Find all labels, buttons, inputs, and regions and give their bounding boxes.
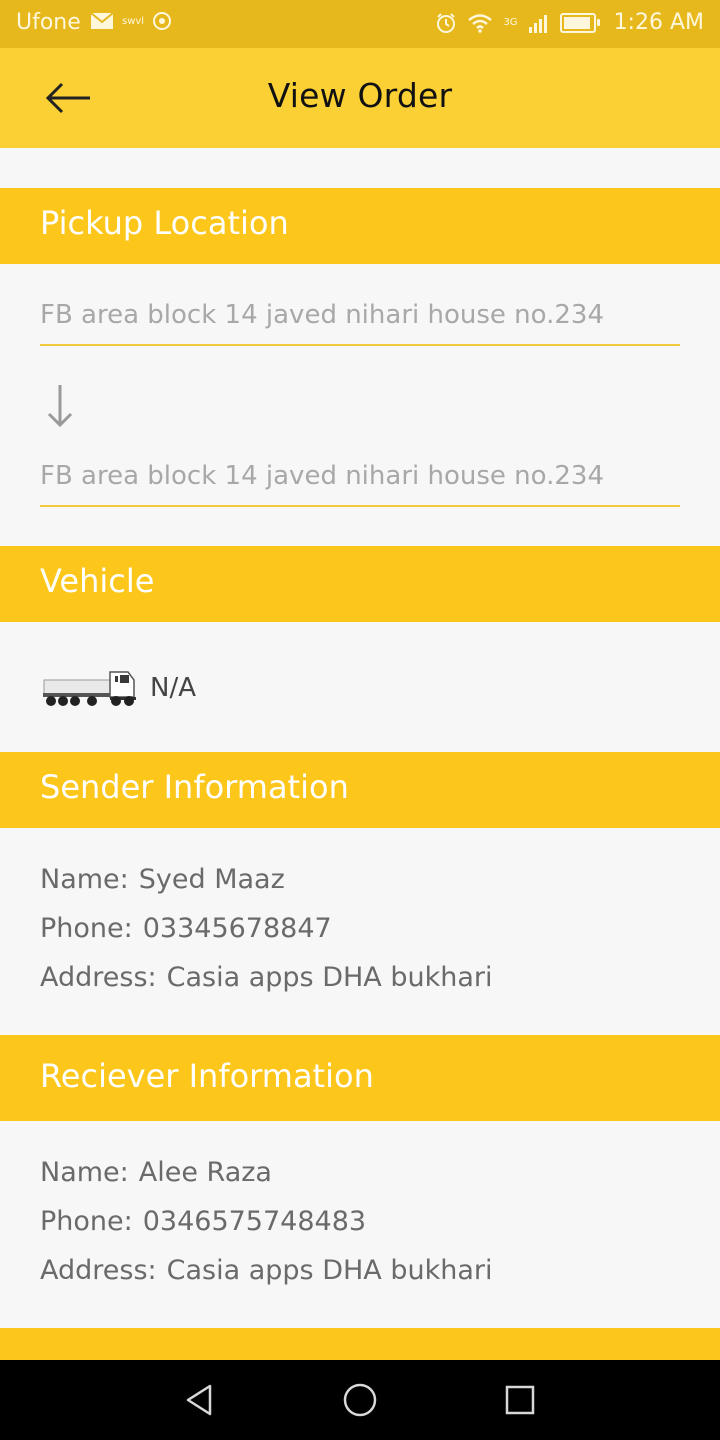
truck-icon [43,671,136,706]
status-right: 3G 1:26 AM [435,10,704,35]
signal-icon [528,14,547,33]
pickup-from-field[interactable]: FB area block 14 javed nihari house no.2… [40,294,680,346]
dropoff-to-field[interactable]: FB area block 14 javed nihari house no.2… [40,455,680,507]
receiver-address-value: Casia apps DHA bukhari [166,1255,493,1286]
receiver-address-row: Address: Casia apps DHA bukhari [40,1255,492,1286]
sender-information-header: Sender Information [0,752,720,828]
back-triangle-icon[interactable] [180,1380,220,1420]
recents-square-icon[interactable] [500,1380,540,1420]
receiver-phone-value[interactable]: 0346575748483 [143,1206,366,1237]
vehicle-header: Vehicle [0,546,720,622]
notification-icons: swvl [90,11,172,31]
imo-icon [153,12,172,30]
pickup-from-text: FB area block 14 javed nihari house no.2… [40,300,604,330]
sender-information-title: Sender Information [40,768,349,806]
pickup-location-title: Pickup Location [40,204,289,242]
network-type: 3G [503,17,518,28]
receiver-name-label: Name: [40,1157,129,1188]
sender-address-value: Casia apps DHA bukhari [166,962,493,993]
pickup-location-header: Pickup Location [0,188,720,264]
dropoff-to-text: FB area block 14 javed nihari house no.2… [40,461,604,491]
sender-address-label: Address: [40,962,157,993]
receiver-information-header: Reciever Information [0,1035,720,1121]
receiver-information-title: Reciever Information [40,1057,374,1095]
receiver-address-label: Address: [40,1255,157,1286]
battery-icon [559,12,600,33]
receiver-name-row: Name: Alee Raza [40,1157,272,1188]
alarm-icon [437,12,456,33]
view-order-screen: Ufone swvl 3G 1:26 AM View Order Pickup … [0,0,720,1440]
next-section-header [0,1328,720,1360]
vehicle-title: Vehicle [40,562,155,600]
sender-phone-row: Phone: 03345678847 [40,913,332,944]
status-bar: Ufone swvl 3G 1:26 AM [0,0,720,48]
clock: 1:26 AM [613,10,704,35]
arrow-down-icon [47,385,73,428]
sender-name-label: Name: [40,864,129,895]
page-title: View Order [267,76,453,115]
receiver-phone-row: Phone: 0346575748483 [40,1206,366,1237]
sender-name-row: Name: Syed Maaz [40,864,285,895]
vehicle-name: N/A [150,673,196,703]
vehicle-row: N/A [40,664,196,712]
sender-phone-label: Phone: [40,913,133,944]
sender-name-value: Syed Maaz [138,864,285,895]
system-nav-bar [0,1360,720,1440]
carrier-name: Ufone [16,10,81,35]
wifi-icon [468,13,493,33]
receiver-phone-label: Phone: [40,1206,133,1237]
sender-phone-value[interactable]: 03345678847 [143,913,332,944]
receiver-name-value: Alee Raza [138,1157,272,1188]
app-bar: View Order [0,48,720,148]
swvl-icon: swvl [122,15,145,27]
sender-address-row: Address: Casia apps DHA bukhari [40,962,492,993]
home-circle-icon[interactable] [340,1380,380,1420]
mail-icon [90,12,114,29]
